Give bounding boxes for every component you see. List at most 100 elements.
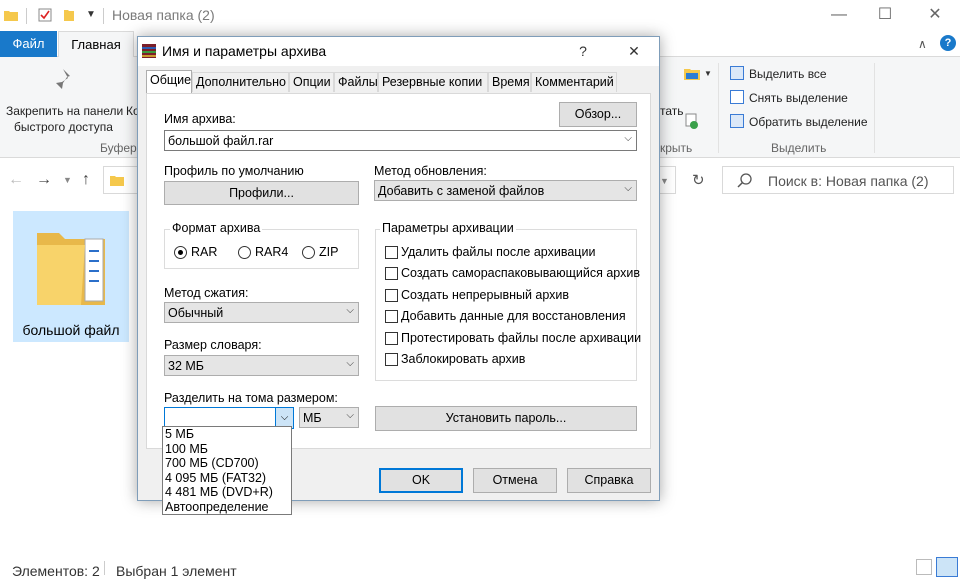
option-delete-checkbox[interactable] bbox=[385, 246, 398, 259]
option-test-checkbox[interactable] bbox=[385, 332, 398, 345]
option-recovery-checkbox[interactable] bbox=[385, 310, 398, 323]
select-group-label: Выделить bbox=[771, 141, 827, 155]
deselect-button[interactable]: Снять выделение bbox=[749, 91, 848, 105]
dialog-titlebar: Имя и параметры архива ? ✕ bbox=[138, 37, 659, 66]
open-group-label: крыть bbox=[660, 141, 693, 155]
tab-advanced[interactable]: Дополнительно bbox=[192, 72, 289, 92]
option-sfx-checkbox[interactable] bbox=[385, 267, 398, 280]
tab-home[interactable]: Главная bbox=[58, 31, 134, 57]
forward-arrow-icon[interactable]: → bbox=[36, 171, 52, 189]
set-password-button[interactable]: Установить пароль... bbox=[375, 406, 637, 431]
close-icon[interactable]: ✕ bbox=[912, 0, 958, 31]
tab-backup[interactable]: Резервные копии bbox=[378, 72, 488, 92]
radio-rar4-label[interactable]: RAR4 bbox=[255, 245, 288, 259]
dialog-help-icon[interactable]: ? bbox=[568, 39, 598, 63]
dictionary-select[interactable]: 32 МБ ⌵ bbox=[164, 355, 359, 376]
profile-label: Профиль по умолчанию bbox=[164, 164, 304, 178]
tab-files[interactable]: Файлы bbox=[334, 72, 378, 92]
dictionary-label: Размер словаря: bbox=[164, 338, 262, 352]
selected-count: Выбран 1 элемент bbox=[116, 563, 237, 579]
chevron-down-icon[interactable]: ⌵ bbox=[346, 410, 354, 421]
radio-zip[interactable] bbox=[302, 246, 315, 259]
chevron-down-icon[interactable]: ⌵ bbox=[624, 183, 632, 194]
chevron-down-icon[interactable]: ⌵ bbox=[346, 358, 354, 369]
refresh-icon[interactable]: ↻ bbox=[692, 171, 705, 189]
radio-rar-label[interactable]: RAR bbox=[191, 245, 217, 259]
split-option-cd700[interactable]: 700 МБ (CD700) bbox=[163, 456, 291, 471]
tab-time[interactable]: Время bbox=[488, 72, 531, 92]
tab-options[interactable]: Опции bbox=[289, 72, 334, 92]
radio-rar[interactable] bbox=[174, 246, 187, 259]
pin-label-1[interactable]: Закрепить на панели bbox=[6, 104, 123, 118]
archive-format-label: Формат архива bbox=[170, 221, 263, 235]
properties-icon[interactable] bbox=[38, 8, 52, 22]
tab-file[interactable]: Файл bbox=[0, 31, 57, 57]
large-icons-view-icon[interactable] bbox=[936, 557, 958, 577]
option-lock-label[interactable]: Заблокировать архив bbox=[401, 352, 525, 366]
profiles-button[interactable]: Профили... bbox=[164, 181, 359, 205]
split-unit-select[interactable]: МБ ⌵ bbox=[299, 407, 359, 428]
ok-button[interactable]: OK bbox=[379, 468, 463, 493]
explorer-titlebar: ▼ Новая папка (2) — ☐ ✕ bbox=[0, 0, 960, 31]
details-view-icon[interactable] bbox=[916, 559, 932, 575]
split-option-auto[interactable]: Автоопределение bbox=[163, 500, 291, 515]
dialog-title: Имя и параметры архива bbox=[162, 43, 327, 59]
new-folder-icon[interactable] bbox=[62, 8, 76, 22]
minimize-icon[interactable]: — bbox=[816, 0, 862, 31]
update-method-label: Метод обновления: bbox=[374, 164, 487, 178]
option-recovery-label[interactable]: Добавить данные для восстановления bbox=[401, 309, 626, 323]
split-option-dvd[interactable]: 4 481 МБ (DVD+R) bbox=[163, 485, 291, 500]
item-count: Элементов: 2 bbox=[12, 563, 100, 579]
compression-select[interactable]: Обычный ⌵ bbox=[164, 302, 359, 323]
maximize-icon[interactable]: ☐ bbox=[862, 0, 908, 31]
large-folder-icon bbox=[37, 233, 105, 305]
chevron-down-icon[interactable]: ⌵ bbox=[624, 133, 632, 144]
qat-dropdown-icon[interactable]: ▼ bbox=[86, 9, 96, 20]
split-option-fat32[interactable]: 4 095 МБ (FAT32) bbox=[163, 471, 291, 486]
option-sfx-label[interactable]: Создать самораспаковывающийся архив bbox=[401, 266, 640, 280]
search-icon bbox=[737, 173, 752, 188]
option-lock-checkbox[interactable] bbox=[385, 353, 398, 366]
chevron-down-icon[interactable]: ⌵ bbox=[275, 408, 293, 428]
select-all-icon[interactable] bbox=[730, 66, 744, 80]
dialog-close-icon[interactable]: ✕ bbox=[619, 39, 649, 63]
tab-general[interactable]: Общие bbox=[146, 70, 192, 93]
back-arrow-icon[interactable]: ← bbox=[8, 171, 24, 189]
split-option-5mb[interactable]: 5 МБ bbox=[163, 427, 291, 442]
cancel-button[interactable]: Отмена bbox=[473, 468, 557, 493]
chevron-down-icon[interactable]: ⌵ bbox=[346, 305, 354, 316]
invert-selection-icon[interactable] bbox=[730, 114, 744, 128]
folder-icon bbox=[4, 11, 18, 21]
pin-label-2[interactable]: быстрого доступа bbox=[14, 120, 113, 134]
address-dropdown-icon[interactable]: ▼ bbox=[660, 176, 669, 186]
option-solid-checkbox[interactable] bbox=[385, 289, 398, 302]
invert-selection-button[interactable]: Обратить выделение bbox=[749, 115, 868, 129]
browse-button[interactable]: Обзор... bbox=[559, 102, 637, 127]
up-arrow-icon[interactable]: ↑ bbox=[82, 171, 90, 189]
open-folder-icon[interactable] bbox=[684, 67, 700, 81]
option-test-label[interactable]: Протестировать файлы после архивации bbox=[401, 331, 641, 345]
open-dropdown-icon[interactable]: ▼ bbox=[704, 69, 712, 78]
option-delete-label[interactable]: Удалить файлы после архивации bbox=[401, 245, 595, 259]
help-icon[interactable]: ? bbox=[940, 35, 956, 51]
tab-comment[interactable]: Комментарий bbox=[531, 72, 617, 92]
help-button[interactable]: Справка bbox=[567, 468, 651, 493]
select-all-button[interactable]: Выделить все bbox=[749, 67, 827, 81]
collapse-ribbon-icon[interactable]: ∧ bbox=[918, 37, 927, 51]
archive-name-input[interactable]: большой файл.rar ⌵ bbox=[164, 130, 637, 151]
deselect-icon[interactable] bbox=[730, 90, 744, 104]
folder-item[interactable]: большой файл bbox=[13, 211, 129, 342]
status-bar: Элементов: 2 Выбран 1 элемент bbox=[0, 555, 960, 579]
edit-label-partial[interactable]: тать bbox=[660, 104, 684, 118]
folder-icon bbox=[110, 176, 124, 186]
radio-rar4[interactable] bbox=[238, 246, 251, 259]
option-solid-label[interactable]: Создать непрерывный архив bbox=[401, 288, 569, 302]
search-input[interactable]: Поиск в: Новая папка (2) bbox=[722, 166, 954, 194]
history-icon[interactable] bbox=[685, 113, 699, 129]
split-option-100mb[interactable]: 100 МБ bbox=[163, 442, 291, 457]
split-size-dropdown: 5 МБ 100 МБ 700 МБ (CD700) 4 095 МБ (FAT… bbox=[162, 426, 292, 515]
recent-locations-icon[interactable]: ▼ bbox=[63, 175, 72, 185]
update-method-select[interactable]: Добавить с заменой файлов ⌵ bbox=[374, 180, 637, 201]
pin-icon[interactable] bbox=[52, 67, 74, 93]
radio-zip-label[interactable]: ZIP bbox=[319, 245, 338, 259]
